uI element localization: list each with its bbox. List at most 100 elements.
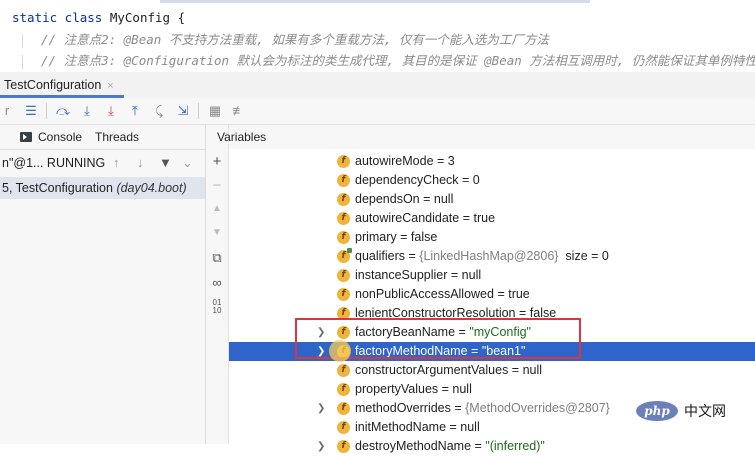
run-to-cursor-icon[interactable]: ⤹	[150, 102, 168, 120]
filter-icon[interactable]: ▼	[159, 152, 172, 174]
table-icon[interactable]: ▦	[206, 102, 224, 120]
variable-text: propertyValues = null	[355, 380, 472, 399]
variable-text: factoryMethodName = "bean1"	[355, 342, 525, 361]
variable-value: null	[452, 382, 472, 396]
force-step-into-icon[interactable]: ⤓	[102, 102, 120, 120]
variable-name: dependsOn	[355, 192, 420, 206]
binary-icon[interactable]: 01 10	[206, 299, 228, 315]
variable-row[interactable]: f primary = false	[229, 228, 755, 247]
variables-title: Variables	[217, 130, 267, 144]
code-comment: // 注意点2: @Bean 不支持方法重载, 如果有多个重载方法, 仅有一个能…	[41, 32, 549, 47]
variable-name: destroyMethodName	[355, 439, 472, 453]
variable-row[interactable]: f qualifiers = {LinkedHashMap@2806} size …	[229, 247, 755, 266]
variable-separator: =	[396, 230, 411, 244]
code-line-comment-3: // 注意点3: @Configuration 默认会为标注的类生成代理, 其目…	[0, 51, 755, 71]
move-up-icon[interactable]: ▲	[206, 203, 228, 214]
list-icon[interactable]: ☰	[22, 102, 40, 120]
field-icon: f	[337, 402, 350, 415]
code-editor[interactable]: static class MyConfig { // 注意点2: @Bean 不…	[0, 0, 755, 72]
variable-separator: =	[438, 382, 453, 396]
mouse-cursor-highlight	[329, 340, 351, 362]
tab-console[interactable]: Console	[20, 125, 82, 149]
tab-test-configuration[interactable]: TestConfiguration ×	[0, 72, 124, 98]
variable-row[interactable]: f constructorArgumentValues = null	[229, 361, 755, 380]
variable-row[interactable]: f lenientConstructorResolution = false	[229, 304, 755, 323]
field-icon: f	[337, 307, 350, 320]
variable-text: constructorArgumentValues = null	[355, 361, 542, 380]
variable-value: "bean1"	[481, 344, 526, 358]
arrow-up-icon[interactable]: ↑	[113, 152, 120, 174]
variable-name: propertyValues	[355, 382, 439, 396]
settings-icon[interactable]: ≢	[230, 102, 248, 120]
code-comment: // 注意点3: @Configuration 默认会为标注的类生成代理, 其目…	[41, 53, 755, 68]
variable-value: null	[461, 268, 482, 282]
variable-text: lenientConstructorResolution = false	[355, 304, 556, 323]
variable-name: qualifiers	[355, 249, 406, 263]
chevron-right-icon[interactable]: ❯	[317, 323, 325, 342]
stack-frame-row[interactable]: 5, TestConfiguration (day04.boot)	[0, 177, 205, 199]
toolbar-divider	[198, 103, 199, 119]
variable-row[interactable]: f dependencyCheck = 0	[229, 171, 755, 190]
variable-value: "(inferred)"	[485, 439, 545, 453]
code-line-comment-2: // 注意点2: @Bean 不支持方法重载, 如果有多个重载方法, 仅有一个能…	[0, 30, 549, 50]
chevron-right-icon[interactable]: ❯	[317, 437, 325, 456]
step-out-icon[interactable]: ⤒	[126, 102, 144, 120]
variables-header: Variables	[217, 125, 755, 150]
variable-name: factoryBeanName	[355, 325, 456, 339]
variable-separator: =	[459, 211, 474, 225]
chevron-down-icon[interactable]: ⌄	[182, 152, 193, 174]
variable-text: nonPublicAccessAllowed = true	[355, 285, 530, 304]
overflow-icon[interactable]: r	[2, 102, 12, 120]
field-icon: f	[337, 269, 350, 282]
field-icon: f	[337, 288, 350, 301]
variable-value: {MethodOverrides@2807}	[465, 401, 610, 415]
variable-name: constructorArgumentValues	[355, 363, 509, 377]
variables-tool-strip: + − ▲ ▼ ⧉ ∞ 01 10	[206, 125, 229, 444]
console-icon	[20, 132, 32, 142]
variable-row[interactable]: ❯ffactoryMethodName = "bean1"	[229, 342, 755, 361]
variable-name: nonPublicAccessAllowed	[355, 287, 494, 301]
variable-text: factoryBeanName = "myConfig"	[355, 323, 531, 342]
variable-row[interactable]: ❯ f factoryBeanName = "myConfig"	[229, 323, 755, 342]
close-icon[interactable]: ×	[107, 80, 113, 92]
tab-threads[interactable]: Threads	[95, 125, 139, 149]
remove-icon[interactable]: −	[206, 177, 228, 194]
variable-row[interactable]: f nonPublicAccessAllowed = true	[229, 285, 755, 304]
variable-row[interactable]: f instanceSupplier = null	[229, 266, 755, 285]
tab-label: TestConfiguration	[4, 78, 102, 92]
arrow-down-icon[interactable]: ↓	[137, 152, 144, 174]
field-icon: f	[337, 248, 352, 263]
variable-separator: =	[433, 154, 448, 168]
field-icon: f	[337, 440, 350, 453]
variable-text: dependsOn = null	[355, 190, 453, 209]
tab-console-label: Console	[38, 130, 83, 144]
field-icon: f	[337, 421, 350, 434]
evaluate-icon[interactable]: ⇲	[174, 102, 192, 120]
chevron-right-icon[interactable]: ❯	[317, 342, 325, 361]
variable-text: methodOverrides = {MethodOverrides@2807}	[355, 399, 610, 418]
step-into-icon[interactable]: ⤓	[78, 102, 96, 120]
variable-text: destroyMethodName = "(inferred)"	[355, 437, 545, 456]
variable-row[interactable]: f propertyValues = null	[229, 380, 755, 399]
thread-selector[interactable]: n"@1... RUNNING ↑ ↓ ▼ ⌄	[0, 152, 205, 174]
variable-value: true	[508, 287, 530, 301]
step-over-icon[interactable]: ⤼	[54, 102, 72, 120]
move-down-icon[interactable]: ▼	[206, 227, 228, 238]
variable-name: initMethodName	[355, 420, 447, 434]
add-icon[interactable]: +	[206, 153, 228, 170]
copy-icon[interactable]: ⧉	[206, 250, 228, 266]
variable-value: false	[410, 230, 438, 244]
code-keyword: static class	[12, 10, 103, 25]
variable-value: false	[529, 306, 557, 320]
variable-row[interactable]: f autowireCandidate = true	[229, 209, 755, 228]
variable-row[interactable]: f autowireMode = 3	[229, 152, 755, 171]
field-icon: f	[337, 383, 350, 396]
watches-icon[interactable]: ∞	[206, 275, 228, 290]
chevron-right-icon[interactable]: ❯	[317, 399, 325, 418]
variable-row[interactable]: ❯ f destroyMethodName = "(inferred)"	[229, 437, 755, 456]
variable-name: factoryMethodName	[355, 344, 468, 358]
variable-value: null	[460, 420, 480, 434]
variable-row[interactable]: f dependsOn = null	[229, 190, 755, 209]
variable-separator: =	[493, 287, 509, 301]
tab-threads-label: Threads	[95, 130, 140, 144]
